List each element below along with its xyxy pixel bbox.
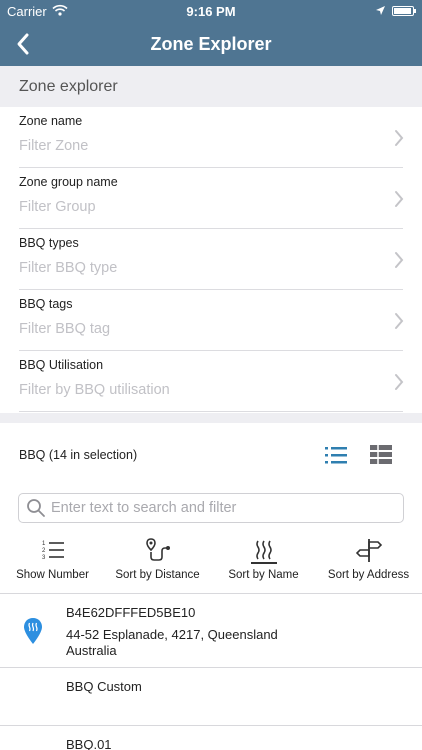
sort-by-distance-button[interactable]: Sort by Distance: [105, 528, 210, 594]
show-number-button[interactable]: 1 2 3 Show Number: [0, 528, 105, 594]
list-view-icon[interactable]: [324, 444, 348, 466]
item-id: B4E62DFFFED5BE10: [66, 605, 196, 620]
chevron-right-icon: [394, 190, 404, 208]
battery-icon: [392, 6, 416, 16]
list-item[interactable]: BBQ.01: [0, 726, 422, 750]
sort-toolbar: 1 2 3 Show Number Sort by Distance Sort …: [0, 528, 422, 594]
sort-label: Sort by Name: [228, 569, 299, 581]
sort-label: Sort by Address: [327, 569, 410, 581]
location-pin-icon: [23, 617, 43, 645]
chevron-right-icon: [394, 312, 404, 330]
filter-label: BBQ Utilisation: [19, 358, 104, 372]
section-header: Zone explorer: [0, 66, 422, 107]
chevron-right-icon: [394, 373, 404, 391]
filter-placeholder: Filter Group: [19, 199, 96, 215]
list-item[interactable]: BBQ Custom: [0, 668, 422, 726]
filter-placeholder: Filter BBQ tag: [19, 321, 111, 337]
filter-bbq-types[interactable]: BBQ types Filter BBQ type: [0, 229, 422, 290]
search-box[interactable]: [18, 493, 404, 523]
item-id: BBQ.01: [66, 737, 112, 750]
search-input[interactable]: [51, 497, 391, 519]
filter-zone-group[interactable]: Zone group name Filter Group: [0, 168, 422, 229]
search-icon: [26, 498, 46, 518]
svg-text:1: 1: [42, 541, 46, 547]
filter-placeholder: Filter Zone: [19, 138, 89, 154]
section-header-label: Zone explorer: [19, 78, 118, 95]
svg-text:3: 3: [42, 555, 46, 561]
item-address-country: Australia: [66, 643, 117, 658]
sort-label: Show Number: [16, 569, 89, 581]
numbered-list-icon: 1 2 3: [42, 541, 64, 561]
filter-bbq-tags[interactable]: BBQ tags Filter BBQ tag: [0, 290, 422, 351]
list-item[interactable]: B4E62DFFFED5BE10 44-52 Esplanade, 4217, …: [0, 595, 422, 668]
filter-label: BBQ types: [19, 236, 79, 250]
heat-waves-icon: [256, 540, 272, 560]
item-address: 44-52 Esplanade, 4217, Queensland: [66, 627, 278, 642]
chevron-right-icon: [394, 129, 404, 147]
svg-text:2: 2: [42, 548, 46, 554]
filter-label: Zone group name: [19, 175, 118, 189]
chevron-right-icon: [394, 251, 404, 269]
location-arrow-icon: [375, 4, 386, 19]
page-title: Zone Explorer: [150, 34, 272, 54]
status-bar: Carrier 9:16 PM: [0, 0, 422, 22]
item-id: BBQ Custom: [66, 679, 142, 694]
section-gap: [0, 413, 422, 423]
signpost-icon: [356, 539, 382, 562]
filter-placeholder: Filter by BBQ utilisation: [19, 382, 170, 398]
selected-indicator: [251, 562, 277, 564]
bbq-count-label: BBQ (14 in selection): [19, 448, 138, 462]
filter-placeholder: Filter BBQ type: [19, 260, 118, 276]
filter-label: Zone name: [19, 114, 83, 128]
filter-bbq-utilisation[interactable]: BBQ Utilisation Filter by BBQ utilisatio…: [0, 351, 422, 412]
filter-label: BBQ tags: [19, 297, 73, 311]
navigation-bar: Zone Explorer: [0, 22, 422, 66]
sort-label: Sort by Distance: [115, 569, 200, 581]
route-icon: [146, 538, 170, 561]
sort-by-address-button[interactable]: Sort by Address: [316, 528, 421, 594]
status-time: 9:16 PM: [186, 4, 236, 19]
divider: [19, 411, 403, 412]
filter-zone-name[interactable]: Zone name Filter Zone: [0, 107, 422, 168]
bbq-section-header: BBQ (14 in selection): [0, 423, 422, 488]
sort-by-name-button[interactable]: Sort by Name: [211, 528, 316, 594]
table-view-icon[interactable]: [369, 444, 393, 466]
search-bar: [0, 488, 422, 528]
